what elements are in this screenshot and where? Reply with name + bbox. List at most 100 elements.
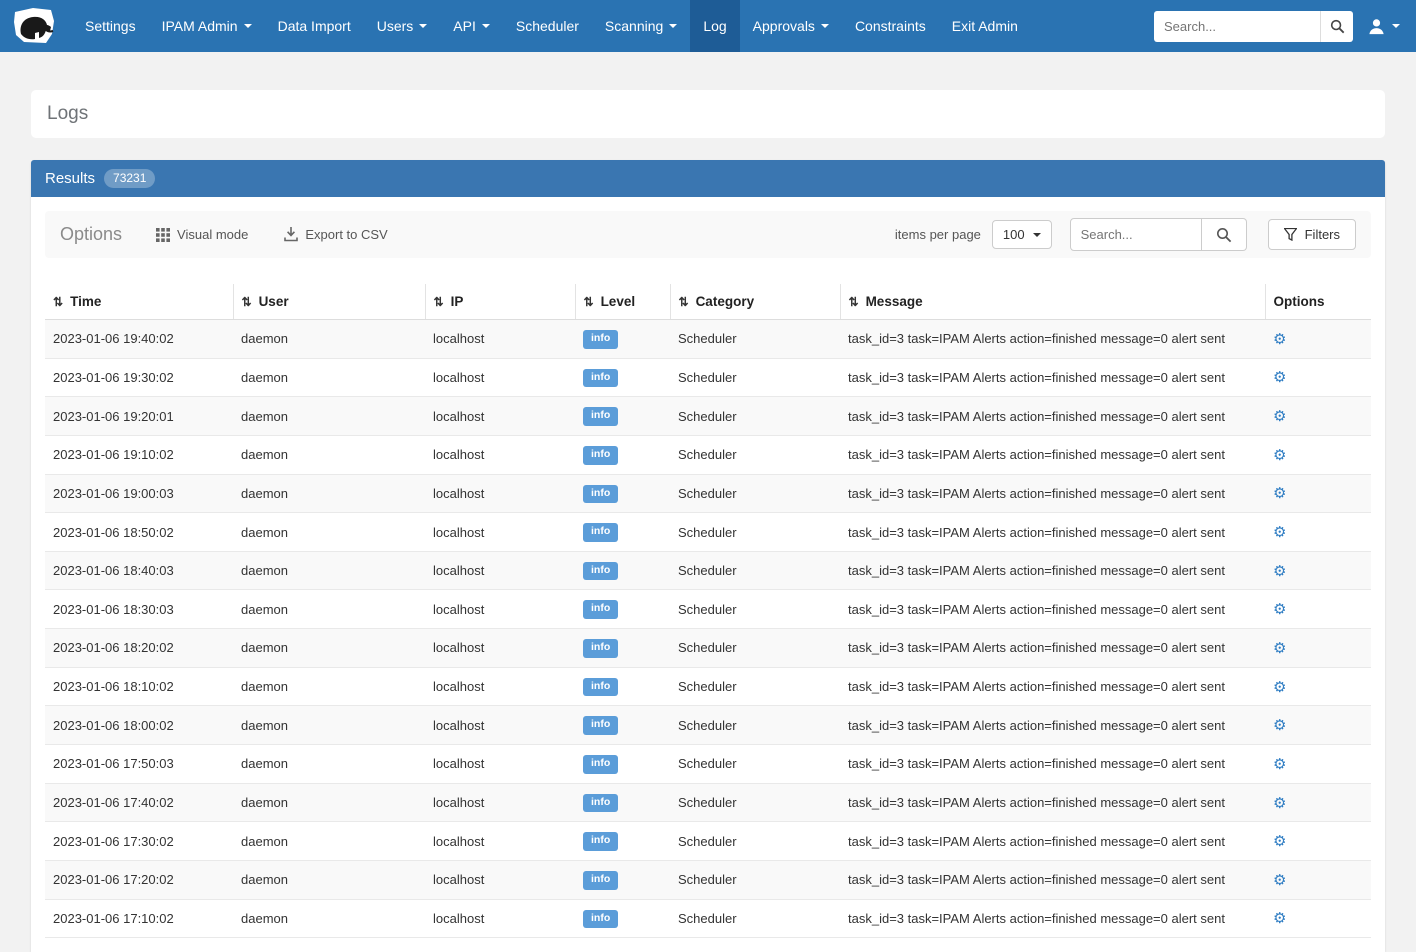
gear-icon[interactable]: ⚙ — [1273, 408, 1286, 425]
gear-icon[interactable]: ⚙ — [1273, 756, 1286, 773]
nav-item-constraints[interactable]: Constraints — [842, 0, 939, 52]
table-row: 2023-01-06 19:40:02daemonlocalhostinfoSc… — [45, 320, 1371, 359]
nav-item-users[interactable]: Users — [364, 0, 441, 52]
navbar-right — [1154, 0, 1404, 52]
cell-ip: localhost — [425, 706, 575, 745]
user-menu[interactable] — [1353, 17, 1404, 36]
gear-icon[interactable]: ⚙ — [1273, 640, 1286, 657]
gear-icon[interactable]: ⚙ — [1273, 833, 1286, 850]
level-badge: info — [583, 716, 618, 735]
cell-level: info — [575, 899, 670, 938]
nav-item-settings[interactable]: Settings — [72, 0, 149, 52]
cell-level: info — [575, 513, 670, 552]
nav-item-scheduler[interactable]: Scheduler — [503, 0, 592, 52]
column-header-options: Options — [1265, 284, 1371, 320]
gear-icon[interactable]: ⚙ — [1273, 447, 1286, 464]
column-header-category[interactable]: ⇅Category — [670, 284, 840, 320]
cell-ip: localhost — [425, 783, 575, 822]
cell-message: task_id=3 task=IPAM Alerts action=finish… — [840, 860, 1265, 899]
chevron-down-icon — [482, 24, 490, 28]
cell-time: 2023-01-06 19:30:02 — [45, 358, 233, 397]
table-search-button[interactable] — [1202, 218, 1247, 251]
cell-level: info — [575, 435, 670, 474]
cell-category: Scheduler — [670, 706, 840, 745]
filters-button[interactable]: Filters — [1268, 219, 1356, 250]
level-badge: info — [583, 600, 618, 619]
cell-ip: localhost — [425, 590, 575, 629]
sort-icon: ⇅ — [434, 295, 444, 309]
phpipam-logo[interactable] — [8, 0, 72, 52]
chevron-down-icon — [669, 24, 677, 28]
nav-item-scanning[interactable]: Scanning — [592, 0, 690, 52]
gear-icon[interactable]: ⚙ — [1273, 331, 1286, 348]
chevron-down-icon — [419, 24, 427, 28]
cell-message: task_id=3 task=IPAM Alerts action=finish… — [840, 629, 1265, 668]
sort-icon: ⇅ — [242, 295, 252, 309]
column-header-user[interactable]: ⇅User — [233, 284, 425, 320]
gear-icon[interactable]: ⚙ — [1273, 563, 1286, 580]
gear-icon[interactable]: ⚙ — [1273, 369, 1286, 386]
cell-user: daemon — [233, 397, 425, 436]
cell-level: info — [575, 822, 670, 861]
cell-options: ⚙ — [1265, 745, 1371, 784]
global-search-input[interactable] — [1154, 11, 1320, 42]
gear-icon[interactable]: ⚙ — [1273, 485, 1286, 502]
gear-icon[interactable]: ⚙ — [1273, 910, 1286, 927]
top-navbar: SettingsIPAM AdminData ImportUsersAPISch… — [0, 0, 1416, 52]
sort-icon: ⇅ — [53, 295, 63, 309]
cell-level: info — [575, 397, 670, 436]
global-search-button[interactable] — [1320, 11, 1353, 42]
nav-item-exit-admin[interactable]: Exit Admin — [939, 0, 1031, 52]
cell-options: ⚙ — [1265, 513, 1371, 552]
options-title: Options — [60, 224, 122, 245]
table-row: 2023-01-06 18:50:02daemonlocalhostinfoSc… — [45, 513, 1371, 552]
gear-icon[interactable]: ⚙ — [1273, 601, 1286, 618]
cell-level: info — [575, 783, 670, 822]
grid-icon — [156, 228, 170, 242]
cell-level: info — [575, 860, 670, 899]
cell-category: Scheduler — [670, 320, 840, 359]
results-panel: Results 73231 Options Visual mode — [31, 160, 1385, 952]
gear-icon[interactable]: ⚙ — [1273, 795, 1286, 812]
cell-options: ⚙ — [1265, 551, 1371, 590]
nav-item-api[interactable]: API — [440, 0, 503, 52]
export-csv-button[interactable]: Export to CSV — [278, 226, 393, 243]
table-search-input[interactable] — [1070, 218, 1202, 251]
gear-icon[interactable]: ⚙ — [1273, 872, 1286, 889]
table-row: 2023-01-06 19:20:01daemonlocalhostinfoSc… — [45, 397, 1371, 436]
cell-category: Scheduler — [670, 513, 840, 552]
options-bar: Options Visual mode — [45, 211, 1371, 258]
cell-time: 2023-01-06 18:00:02 — [45, 706, 233, 745]
visual-mode-button[interactable]: Visual mode — [150, 226, 254, 243]
cell-message: task_id=3 task=IPAM Alerts action=finish… — [840, 706, 1265, 745]
results-panel-heading: Results 73231 — [31, 160, 1385, 197]
filters-label: Filters — [1305, 227, 1340, 242]
cell-options: ⚙ — [1265, 783, 1371, 822]
level-badge: info — [583, 910, 618, 929]
column-header-ip[interactable]: ⇅IP — [425, 284, 575, 320]
items-per-page-value: 100 — [1003, 227, 1025, 242]
column-header-message[interactable]: ⇅Message — [840, 284, 1265, 320]
items-per-page-dropdown[interactable]: 100 — [992, 220, 1052, 249]
cell-category: Scheduler — [670, 358, 840, 397]
nav-item-data-import[interactable]: Data Import — [265, 0, 364, 52]
cell-user: daemon — [233, 474, 425, 513]
log-table-head: ⇅Time⇅User⇅IP⇅Level⇅Category⇅MessageOpti… — [45, 284, 1371, 320]
cell-time: 2023-01-06 17:30:02 — [45, 822, 233, 861]
nav-item-approvals[interactable]: Approvals — [740, 0, 842, 52]
column-header-level[interactable]: ⇅Level — [575, 284, 670, 320]
table-row: 2023-01-06 18:10:02daemonlocalhostinfoSc… — [45, 667, 1371, 706]
cell-user: daemon — [233, 822, 425, 861]
gear-icon[interactable]: ⚙ — [1273, 717, 1286, 734]
cell-time: 2023-01-06 19:00:03 — [45, 474, 233, 513]
sort-icon: ⇅ — [679, 295, 689, 309]
nav-item-ipam-admin[interactable]: IPAM Admin — [149, 0, 265, 52]
cell-time: 2023-01-06 18:40:03 — [45, 551, 233, 590]
nav-item-log[interactable]: Log — [690, 0, 739, 52]
filter-icon — [1284, 228, 1297, 241]
gear-icon[interactable]: ⚙ — [1273, 524, 1286, 541]
gear-icon[interactable]: ⚙ — [1273, 679, 1286, 696]
column-header-time[interactable]: ⇅Time — [45, 284, 233, 320]
cell-options: ⚙ — [1265, 667, 1371, 706]
cell-ip: localhost — [425, 358, 575, 397]
